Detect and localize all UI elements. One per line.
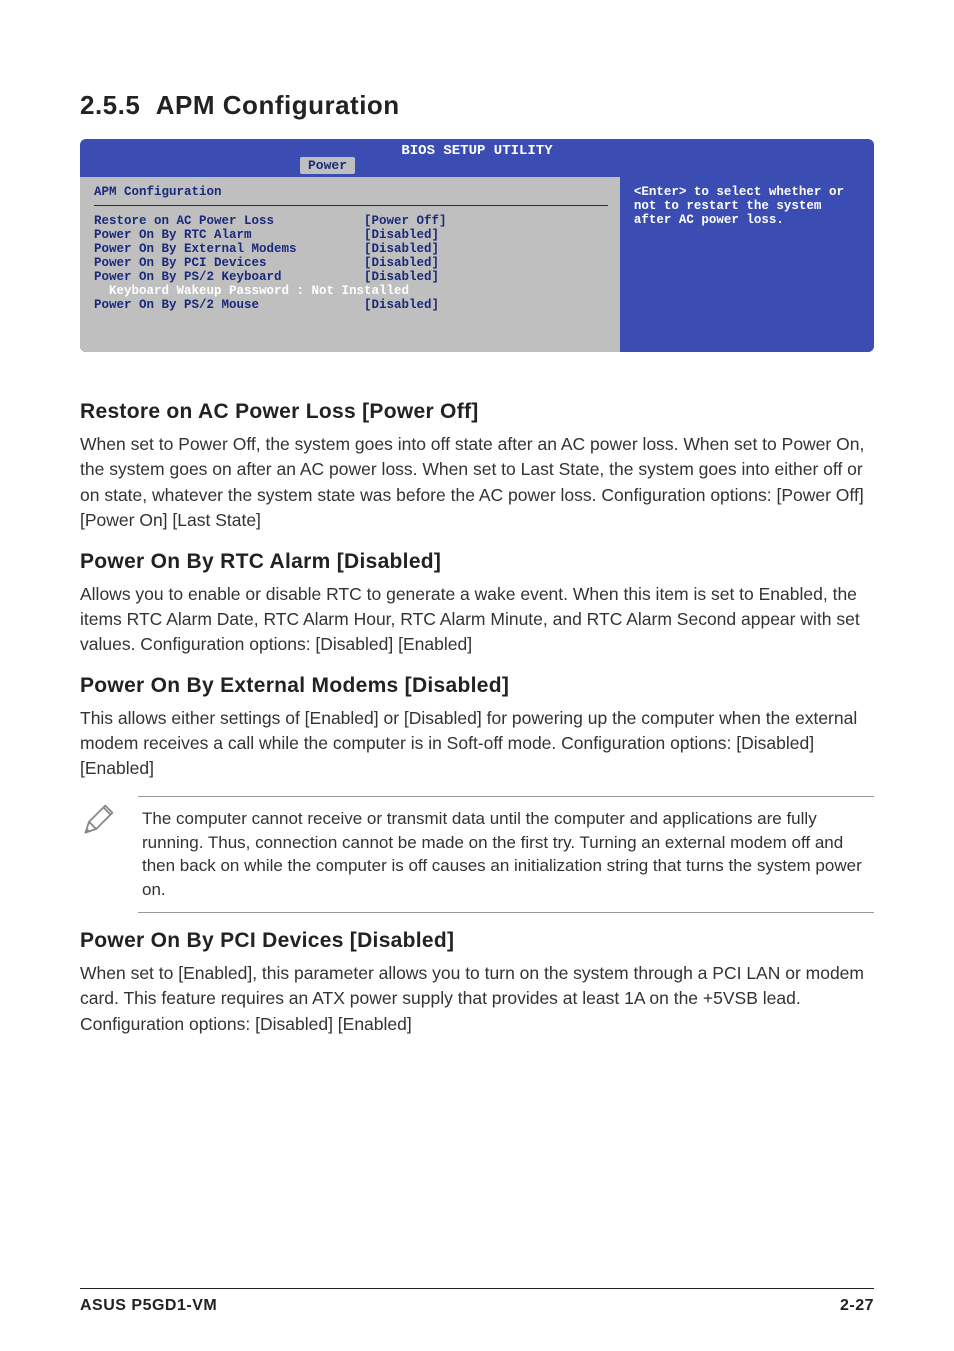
footer-left: ASUS P5GD1-VM bbox=[80, 1297, 217, 1315]
section-title: APM Configuration bbox=[156, 90, 400, 120]
bios-row: Power On By PCI Devices[Disabled] bbox=[94, 256, 608, 270]
bios-row: Restore on AC Power Loss[Power Off] bbox=[94, 214, 608, 228]
note-block: The computer cannot receive or transmit … bbox=[80, 796, 874, 913]
subsection-heading: Power On By RTC Alarm [Disabled] bbox=[80, 550, 874, 574]
subsection-heading: Restore on AC Power Loss [Power Off] bbox=[80, 400, 874, 424]
bios-tab-power: Power bbox=[300, 157, 355, 174]
bios-row: Power On By External Modems[Disabled] bbox=[94, 242, 608, 256]
note-text: The computer cannot receive or transmit … bbox=[138, 796, 874, 913]
bios-help-text: <Enter> to select whether or not to rest… bbox=[634, 185, 844, 227]
bios-row-highlight: Keyboard Wakeup Password : Not Installed bbox=[94, 284, 608, 298]
bios-row: Power On By PS/2 Keyboard[Disabled] bbox=[94, 270, 608, 284]
bios-screenshot: BIOS SETUP UTILITY Power APM Configurati… bbox=[80, 139, 874, 352]
bios-help-panel: <Enter> to select whether or not to rest… bbox=[620, 177, 874, 352]
bios-row: Power On By RTC Alarm[Disabled] bbox=[94, 228, 608, 242]
bios-title: BIOS SETUP UTILITY bbox=[401, 143, 552, 159]
body-paragraph: This allows either settings of [Enabled]… bbox=[80, 706, 874, 782]
subsection-heading: Power On By PCI Devices [Disabled] bbox=[80, 929, 874, 953]
subsection-heading: Power On By External Modems [Disabled] bbox=[80, 674, 874, 698]
section-heading: 2.5.5 APM Configuration bbox=[80, 90, 874, 121]
footer-right: 2-27 bbox=[840, 1297, 874, 1315]
bios-config-title: APM Configuration bbox=[94, 185, 608, 206]
bios-left-panel: APM Configuration Restore on AC Power Lo… bbox=[80, 177, 620, 352]
body-paragraph: Allows you to enable or disable RTC to g… bbox=[80, 582, 874, 658]
body-paragraph: When set to Power Off, the system goes i… bbox=[80, 432, 874, 534]
bios-row: Power On By PS/2 Mouse[Disabled] bbox=[94, 298, 608, 312]
page-footer: ASUS P5GD1-VM 2-27 bbox=[80, 1288, 874, 1315]
body-paragraph: When set to [Enabled], this parameter al… bbox=[80, 961, 874, 1037]
section-number: 2.5.5 bbox=[80, 90, 140, 120]
pencil-icon bbox=[80, 802, 116, 843]
